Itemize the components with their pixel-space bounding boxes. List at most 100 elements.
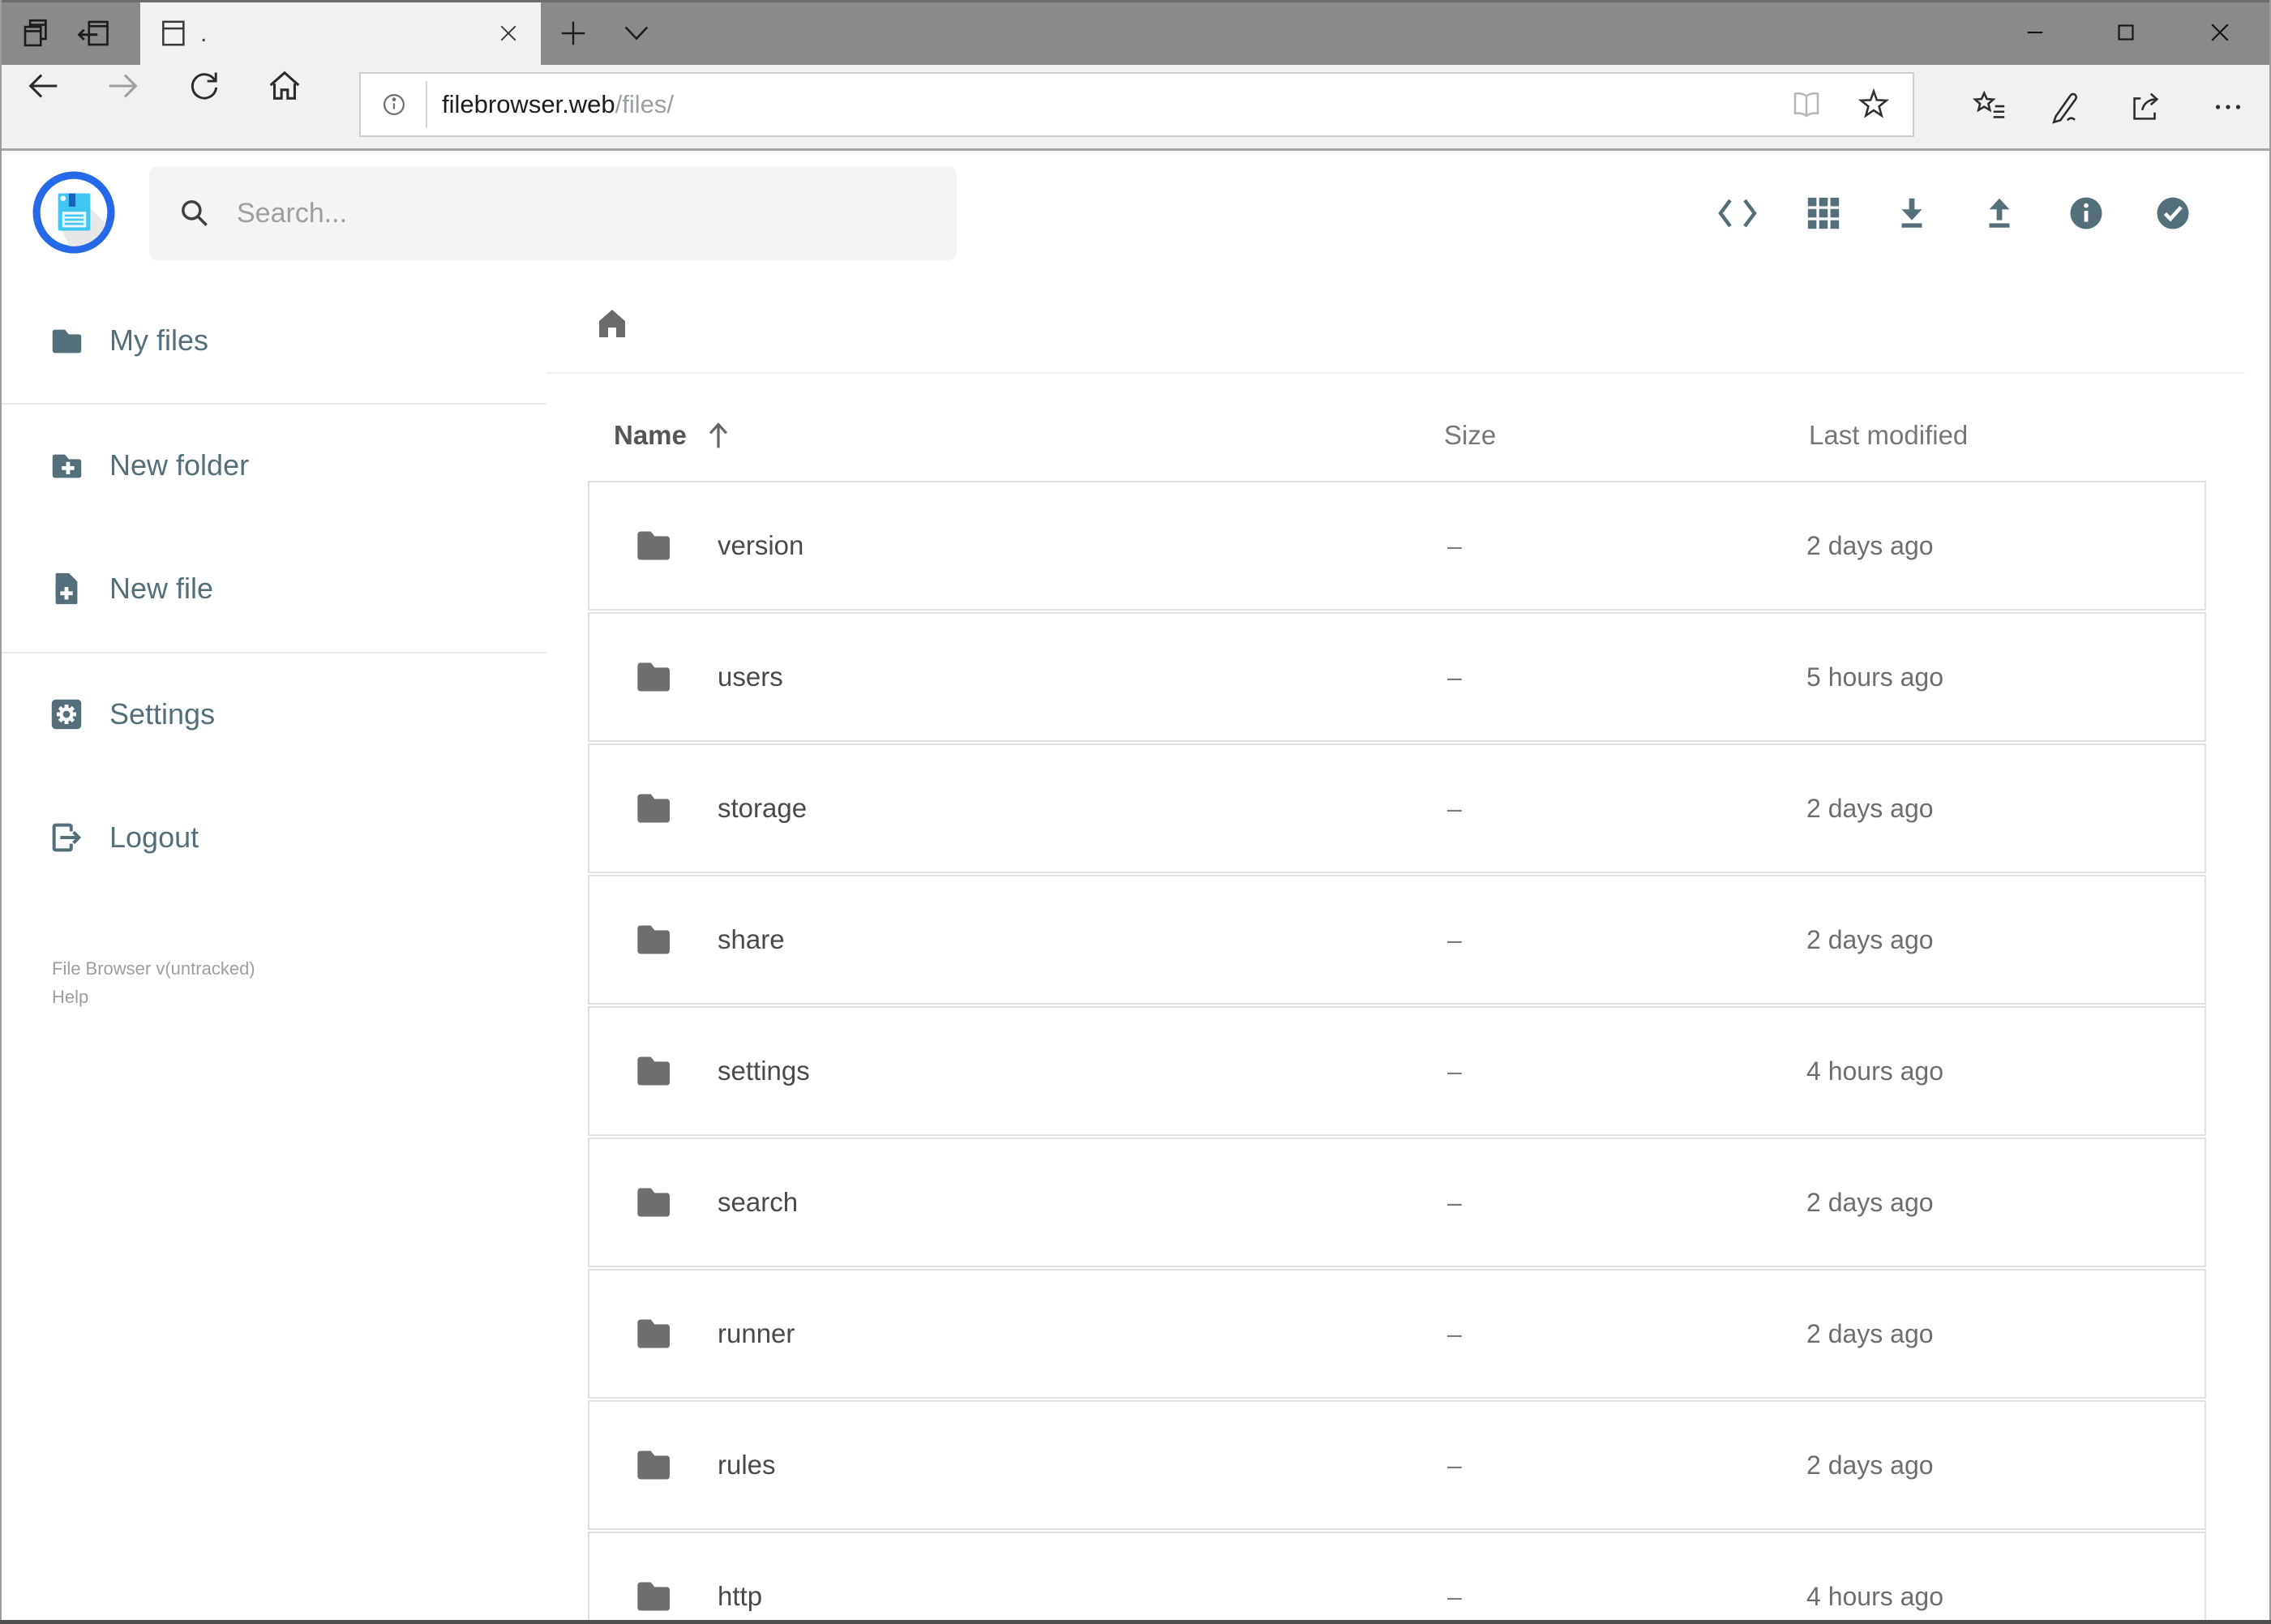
sidebar-item-label: Logout [109, 821, 199, 854]
file-row[interactable]: share – 2 days ago [588, 875, 2206, 1005]
home-icon[interactable] [254, 55, 315, 117]
share-icon[interactable] [2116, 78, 2175, 136]
file-modified: 2 days ago [1806, 793, 1934, 823]
file-modified: 2 days ago [1806, 530, 1934, 560]
close-window-icon[interactable] [2175, 0, 2265, 65]
file-row[interactable]: rules – 2 days ago [588, 1400, 2206, 1530]
new-file-icon [48, 570, 85, 607]
tab-preview-icon[interactable] [18, 15, 55, 52]
file-modified: 4 hours ago [1806, 1581, 1944, 1611]
refresh-icon[interactable] [174, 55, 235, 117]
file-name: runner [718, 1318, 795, 1348]
maximize-icon[interactable] [2080, 0, 2171, 65]
file-size: – [1447, 1318, 1462, 1348]
file-size: – [1447, 1450, 1462, 1480]
file-row[interactable]: users – 5 hours ago [588, 612, 2206, 742]
settings-icon [48, 696, 85, 733]
file-row[interactable]: http – 4 hours ago [588, 1532, 2206, 1620]
breadcrumb-home-icon[interactable] [593, 303, 632, 342]
file-row[interactable]: version – 2 days ago [588, 481, 2206, 611]
browser-titlebar: . [0, 0, 2271, 65]
logout-icon [48, 819, 85, 856]
minimize-icon[interactable] [1990, 0, 2080, 65]
folder-icon [630, 1048, 675, 1094]
window-edge [0, 0, 2, 1624]
filebrowser-page: My files New folder New file Settings [2, 153, 2245, 1620]
favorites-hub-icon[interactable] [1960, 78, 2018, 136]
file-name: settings [718, 1056, 810, 1086]
search-box[interactable] [149, 166, 957, 260]
sidebar-item-settings[interactable]: Settings [2, 689, 546, 739]
reading-view-icon[interactable] [1789, 88, 1823, 122]
listing-divider [546, 372, 2245, 374]
address-separator [426, 81, 427, 128]
info-icon[interactable] [2057, 184, 2115, 242]
file-name: storage [718, 793, 808, 823]
file-modified: 4 hours ago [1806, 1056, 1944, 1086]
file-name: http [718, 1581, 763, 1611]
folder-icon [630, 1574, 675, 1619]
tab-dropdown-icon[interactable] [618, 15, 655, 52]
help-link[interactable]: Help [52, 983, 255, 1011]
forward-icon[interactable] [92, 55, 154, 117]
select-multiple-icon[interactable] [2144, 184, 2202, 242]
file-modified: 2 days ago [1806, 924, 1934, 954]
file-size: – [1447, 924, 1462, 954]
download-icon[interactable] [1883, 184, 1941, 242]
sidebar-item-label: New file [109, 572, 214, 605]
file-size: – [1447, 530, 1462, 560]
more-icon[interactable] [2199, 78, 2257, 136]
column-header-name[interactable]: Name [614, 420, 731, 451]
window-edge [0, 1620, 2271, 1624]
search-input[interactable] [235, 196, 887, 230]
sidebar-item-new-file[interactable]: New file [2, 563, 546, 614]
new-tab-icon[interactable] [555, 15, 592, 52]
file-row[interactable]: search – 2 days ago [588, 1138, 2206, 1267]
sidebar-divider [2, 403, 546, 405]
url-path: /files/ [615, 90, 675, 118]
column-header-size[interactable]: Size [1444, 420, 1496, 451]
code-icon[interactable] [1708, 184, 1767, 242]
sidebar-item-logout[interactable]: Logout [2, 812, 546, 863]
sort-asc-icon [706, 421, 731, 450]
file-size: – [1447, 1187, 1462, 1217]
file-name: rules [718, 1450, 776, 1480]
grid-view-icon[interactable] [1794, 184, 1853, 242]
file-size: – [1447, 793, 1462, 823]
favorite-star-icon[interactable] [1856, 87, 1892, 122]
file-row[interactable]: settings – 4 hours ago [588, 1006, 2206, 1136]
file-row[interactable]: runner – 2 days ago [588, 1269, 2206, 1399]
address-bar[interactable]: filebrowser.web/files/ [359, 72, 1914, 137]
file-name: share [718, 924, 785, 954]
folder-icon [630, 1442, 675, 1488]
tab-favicon [156, 17, 189, 49]
file-modified: 2 days ago [1806, 1318, 1934, 1348]
sidebar-item-my-files[interactable]: My files [2, 315, 546, 366]
file-list: version – 2 days ago users – 5 hours ago… [588, 481, 2206, 1620]
back-icon[interactable] [12, 55, 74, 117]
tab-close-icon[interactable] [491, 15, 526, 51]
web-note-icon[interactable] [2037, 78, 2095, 136]
filebrowser-logo[interactable] [32, 171, 115, 254]
page-info-icon[interactable] [379, 89, 409, 120]
file-name: users [718, 662, 783, 692]
upload-icon[interactable] [1970, 184, 2029, 242]
file-size: – [1447, 1056, 1462, 1086]
file-size: – [1447, 1581, 1462, 1611]
folder-icon [630, 1311, 675, 1356]
file-row[interactable]: storage – 2 days ago [588, 743, 2206, 873]
window-edge [0, 0, 2271, 2]
sidebar-footer: File Browser v(untracked) Help [52, 954, 255, 1011]
column-header-modified[interactable]: Last modified [1809, 420, 1968, 451]
url-text: filebrowser.web/files/ [442, 90, 674, 119]
url-domain: filebrowser.web [442, 90, 615, 118]
file-modified: 2 days ago [1806, 1187, 1934, 1217]
folder-icon [630, 654, 675, 700]
sidebar-divider [2, 652, 546, 653]
sidebar-item-new-folder[interactable]: New folder [2, 440, 546, 491]
folder-icon [630, 786, 675, 831]
folder-icon [48, 322, 85, 359]
set-tabs-aside-icon[interactable] [75, 15, 112, 52]
folder-icon [630, 1180, 675, 1225]
file-modified: 5 hours ago [1806, 662, 1944, 692]
